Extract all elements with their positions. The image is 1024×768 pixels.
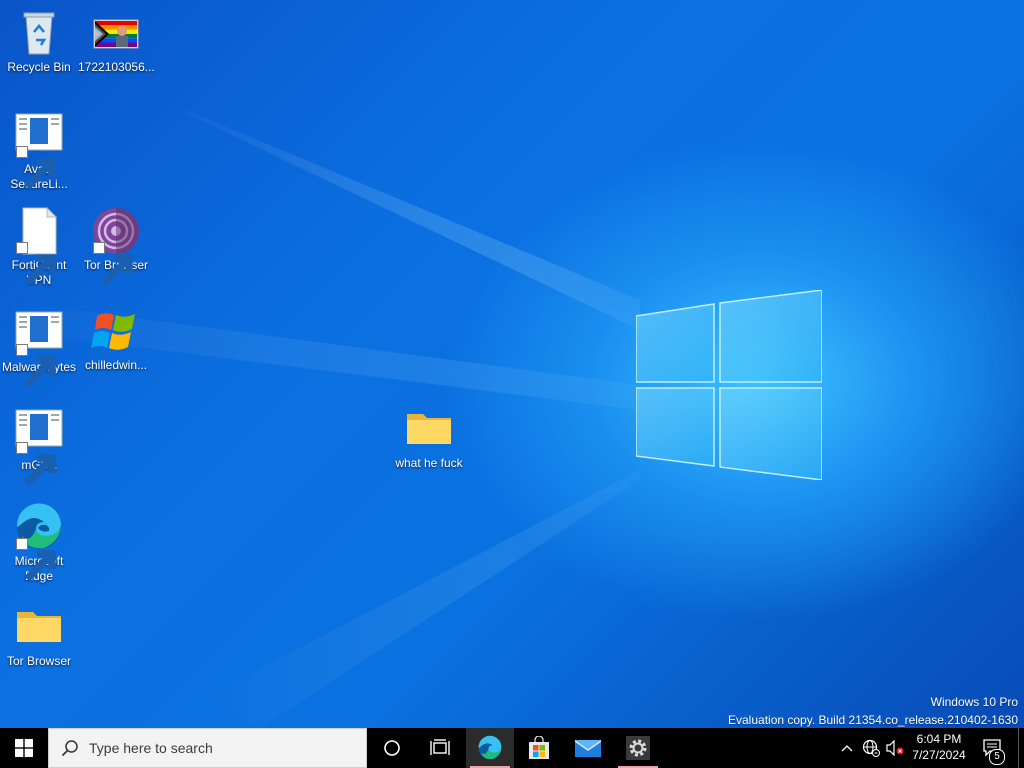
cortana-icon — [384, 740, 400, 756]
blank-file-icon — [14, 206, 64, 286]
desktop-icon-label: chilledwin... — [84, 358, 148, 372]
desktop-icon-label: what he fuck — [395, 456, 463, 470]
taskbar-app-edge[interactable] — [466, 728, 514, 768]
task-view-button[interactable] — [416, 728, 464, 768]
app-shortcut-icon — [14, 406, 64, 486]
shortcut-arrow-icon — [16, 146, 56, 190]
shortcut-arrow-icon — [16, 442, 56, 486]
clock-time: 6:04 PM — [916, 732, 962, 746]
cortana-button[interactable] — [368, 728, 416, 768]
shortcut-arrow-icon — [16, 344, 56, 388]
desktop-icon-microsoft-edge[interactable]: Microsoft Edge — [1, 502, 77, 584]
windows-logo-wallpaper — [636, 290, 822, 480]
clock-date: 7/27/2024 — [912, 748, 966, 762]
search-placeholder: Type here to search — [89, 740, 213, 756]
desktop-icon-label: 1722103056... — [78, 60, 155, 74]
recycle-bin-icon — [14, 8, 64, 58]
show-desktop-button[interactable] — [1018, 728, 1024, 768]
microsoft-store-icon — [529, 736, 549, 759]
build-watermark: Evaluation copy. Build 21354.co_release.… — [728, 713, 1018, 727]
network-button[interactable] — [860, 728, 882, 768]
desktop-icon-mgba[interactable]: mGBA — [1, 406, 77, 486]
app-shortcut-icon — [14, 110, 64, 190]
desktop[interactable]: Recycle Bin 1722103056... Avast SecureLi… — [0, 0, 1024, 728]
image-file-icon — [91, 8, 141, 58]
windows-edition-watermark: Windows 10 Pro — [930, 695, 1018, 709]
desktop-icon-recycle-bin[interactable]: Recycle Bin — [1, 8, 77, 75]
task-view-icon — [430, 739, 450, 755]
taskbar: Type here to search 6:04 PM 7/27/2024 5 — [0, 728, 1024, 768]
taskbar-app-mail[interactable] — [564, 728, 612, 768]
taskbar-search-box[interactable]: Type here to search — [48, 728, 367, 768]
shortcut-arrow-icon — [93, 242, 133, 286]
desktop-icon-avast[interactable]: Avast SecureLi... — [1, 110, 77, 192]
shortcut-arrow-icon — [16, 242, 56, 286]
folder-icon — [404, 404, 454, 454]
shortcut-arrow-icon — [16, 538, 56, 582]
windows-xp-logo-icon — [91, 306, 141, 356]
network-globe-icon — [862, 739, 880, 757]
desktop-icon-tor-browser-folder[interactable]: Tor Browser — [1, 602, 77, 669]
mail-icon — [575, 740, 601, 757]
desktop-icon-label: Tor Browser — [6, 654, 71, 668]
chevron-up-icon — [841, 745, 853, 752]
desktop-icon-image-file[interactable]: 1722103056... — [78, 8, 155, 75]
folder-icon — [14, 602, 64, 652]
taskbar-app-store[interactable] — [515, 728, 563, 768]
search-icon — [61, 740, 78, 757]
show-hidden-icons-button[interactable] — [836, 728, 858, 768]
desktop-icon-label: Recycle Bin — [7, 60, 71, 74]
speaker-muted-icon — [886, 740, 904, 756]
desktop-icon-folder[interactable]: what he fuck — [391, 404, 467, 471]
desktop-icon-malwarebytes[interactable]: Malwarebytes — [1, 308, 77, 388]
settings-gear-icon — [626, 736, 650, 760]
notification-count-badge: 5 — [989, 749, 1005, 765]
taskbar-app-settings[interactable] — [614, 728, 662, 768]
taskbar-clock[interactable]: 6:04 PM 7/27/2024 — [904, 731, 974, 763]
windows-start-icon — [15, 739, 33, 757]
action-center-button[interactable]: 5 — [978, 728, 1008, 768]
app-shortcut-icon — [14, 308, 64, 388]
edge-icon — [478, 735, 502, 760]
volume-button[interactable] — [884, 728, 906, 768]
edge-icon — [14, 502, 64, 582]
tor-browser-icon — [91, 206, 141, 286]
desktop-icon-tor-browser[interactable]: Tor Browser — [78, 206, 154, 286]
desktop-icon-forticlient[interactable]: FortiClient VPN — [1, 206, 77, 288]
desktop-icon-chilledwin[interactable]: chilledwin... — [78, 306, 154, 373]
start-button[interactable] — [0, 728, 48, 768]
